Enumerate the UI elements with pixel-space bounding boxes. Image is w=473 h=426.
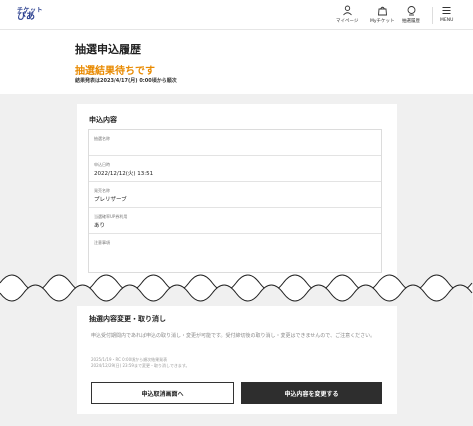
ticket-pia-logo[interactable]: チケット ぴあ xyxy=(17,7,43,22)
change-description: 申込受付期間内であれば申込の取り消し・変更が可能です。受付締切後の取り消し・変更… xyxy=(91,333,376,339)
detail-label: 抽選名称 xyxy=(94,136,110,141)
detail-label: 当選確率UP券利用 xyxy=(94,214,128,219)
detail-row-sale-name: 発売名称 プレリザーブ xyxy=(89,182,381,208)
lottery-status: 抽選結果待ちです xyxy=(75,66,155,77)
nav-mypage-label: マイページ xyxy=(336,19,359,24)
change-section-title: 抽選内容変更・取り消し xyxy=(89,315,166,323)
site-header: チケット ぴあ マイページ Myチケット 抽選履歴 MENU xyxy=(0,0,473,30)
announce-note: 結果発表は2023/4/17(月) 0:00頃から順次 xyxy=(75,78,177,84)
nav-lottery-history-label: 抽選履歴 xyxy=(402,19,420,24)
nav-myticket-label: Myチケット xyxy=(370,19,395,24)
nav-menu-label: MENU xyxy=(440,18,454,23)
detail-value: 2022/12/12(火) 13:51 xyxy=(94,171,154,177)
person-icon xyxy=(342,5,352,16)
detail-label: 注意事項 xyxy=(94,240,110,245)
nav-mypage[interactable]: マイページ xyxy=(336,5,358,24)
change-period-info: 2025/1/19・RC 0:00頃から順次結果発表 2024/12/29(日)… xyxy=(91,357,189,369)
nav-divider xyxy=(432,7,433,24)
logo-line2: ぴあ xyxy=(17,12,36,22)
cancel-application-button[interactable]: 申込取消画面へ xyxy=(91,382,234,404)
page-heading-area xyxy=(0,31,473,93)
search-history-icon xyxy=(407,6,415,16)
detail-label: 発売名称 xyxy=(94,188,110,193)
period-line: 2024/12/29(日) 23:59まで変更・取り消しできます。 xyxy=(91,363,190,368)
ticket-bag-icon xyxy=(377,6,387,16)
detail-row-date: 申込日時 2022/12/12(火) 13:51 xyxy=(89,156,381,182)
detail-row-probability-ticket: 当選確率UP券利用 あり xyxy=(89,208,381,234)
menu-icon xyxy=(442,7,451,14)
page-title: 抽選申込履歴 xyxy=(75,43,141,56)
detail-value: あり xyxy=(94,223,106,229)
nav-menu[interactable]: MENU xyxy=(440,5,453,23)
details-table: 抽選名称 申込日時 2022/12/12(火) 13:51 発売名称 プレリザー… xyxy=(88,129,382,273)
change-application-button[interactable]: 申込内容を変更する xyxy=(241,382,382,404)
detail-row-lottery-name: 抽選名称 xyxy=(89,130,381,156)
detail-label: 申込日時 xyxy=(94,162,110,167)
nav-myticket[interactable]: Myチケット xyxy=(370,5,395,24)
detail-value: プレリザーブ xyxy=(94,197,127,203)
details-section-title: 申込内容 xyxy=(89,116,117,124)
nav-lottery-history[interactable]: 抽選履歴 xyxy=(402,5,420,24)
